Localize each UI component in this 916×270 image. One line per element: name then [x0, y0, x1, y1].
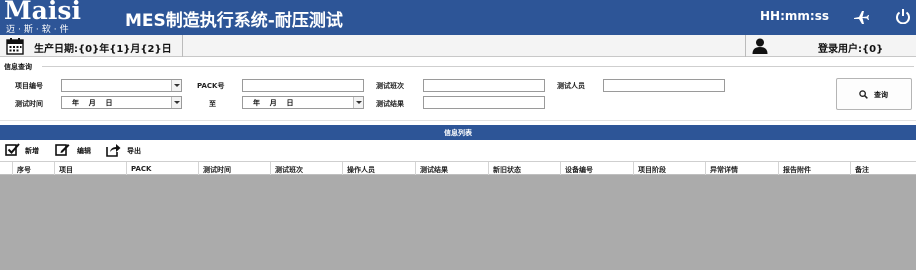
column-header[interactable]: 新旧状态: [488, 162, 560, 175]
tester-label: 测试人员: [557, 82, 585, 90]
column-header[interactable]: 测试班次: [270, 162, 342, 175]
search-button-label: 查询: [874, 91, 888, 99]
divider: [745, 35, 746, 57]
test-result-input[interactable]: [423, 96, 545, 109]
test-batch-label: 测试班次: [376, 82, 404, 90]
edit-button[interactable]: 编辑: [55, 142, 97, 157]
column-header[interactable]: 设备编号: [560, 162, 633, 175]
logo-subtext: 迈·斯·软·件: [6, 25, 72, 35]
search-button[interactable]: 查询: [836, 78, 912, 110]
company-logo: Maisi 迈·斯·软·件: [2, 0, 100, 35]
column-header[interactable]: 项目阶段: [633, 162, 705, 175]
column-header[interactable]: 测试时间: [198, 162, 270, 175]
divider: [0, 120, 916, 121]
query-section-title: 信息查询: [4, 63, 32, 71]
date-from-value: 年 月 日: [72, 99, 113, 107]
column-header[interactable]: 项目: [54, 162, 126, 175]
power-icon[interactable]: [895, 8, 911, 24]
add-button[interactable]: 新增: [5, 142, 45, 157]
title-bar: Maisi 迈·斯·软·件 MES制造执行系统-耐压测试 HH:mm:ss: [0, 0, 916, 35]
column-header[interactable]: 备注: [850, 162, 916, 175]
date-from-picker[interactable]: 年 月 日: [61, 96, 182, 109]
export-button[interactable]: 导出: [106, 142, 148, 157]
column-header[interactable]: 测试结果: [415, 162, 488, 175]
user-icon: [752, 38, 768, 54]
date-to-picker[interactable]: 年 月 日: [242, 96, 364, 109]
column-header[interactable]: 操作人员: [342, 162, 415, 175]
list-header-band: 信息列表: [0, 125, 916, 140]
production-date: 生产日期:{0}年{1}月{2}日: [34, 44, 172, 55]
divider: [42, 66, 914, 67]
chevron-down-icon[interactable]: [171, 80, 181, 91]
airplane-icon[interactable]: [853, 9, 869, 25]
clock: HH:mm:ss: [760, 9, 829, 23]
check-square-icon: [5, 143, 20, 156]
project-no-label: 项目编号: [15, 82, 43, 90]
chevron-down-icon[interactable]: [171, 97, 181, 108]
grid-body[interactable]: [0, 175, 916, 270]
export-button-label: 导出: [127, 147, 141, 155]
column-header[interactable]: PACK: [126, 162, 198, 175]
date-to-value: 年 月 日: [253, 99, 294, 107]
column-header[interactable]: 异常详情: [705, 162, 778, 175]
grid-header: 序号 项目 PACK 测试时间 测试班次 操作人员 测试结果 新旧状态 设备编号…: [0, 161, 916, 175]
pack-no-input[interactable]: [242, 79, 364, 92]
add-button-label: 新增: [25, 147, 39, 155]
share-icon: [106, 144, 121, 157]
list-title: 信息列表: [444, 129, 472, 137]
edit-icon: [55, 144, 70, 156]
chevron-down-icon[interactable]: [353, 97, 363, 108]
edit-button-label: 编辑: [77, 147, 91, 155]
column-header[interactable]: 序号: [12, 162, 54, 175]
test-batch-input[interactable]: [423, 79, 545, 92]
search-icon: [859, 90, 868, 99]
to-label: 至: [209, 100, 216, 108]
project-no-combo[interactable]: [61, 79, 182, 92]
list-toolbar: 新增 编辑 导出: [0, 141, 916, 158]
pack-no-label: PACK号: [197, 82, 225, 90]
divider: [182, 35, 183, 57]
tester-input[interactable]: [603, 79, 725, 92]
test-time-label: 测试时间: [15, 100, 43, 108]
app-title: MES制造执行系统-耐压测试: [125, 11, 343, 31]
calendar-icon: [6, 38, 24, 55]
login-user: 登录用户:{0}: [818, 44, 884, 55]
column-header[interactable]: 报告附件: [778, 162, 850, 175]
info-bar: 生产日期:{0}年{1}月{2}日 登录用户:{0}: [0, 35, 916, 57]
test-result-label: 测试结果: [376, 100, 404, 108]
